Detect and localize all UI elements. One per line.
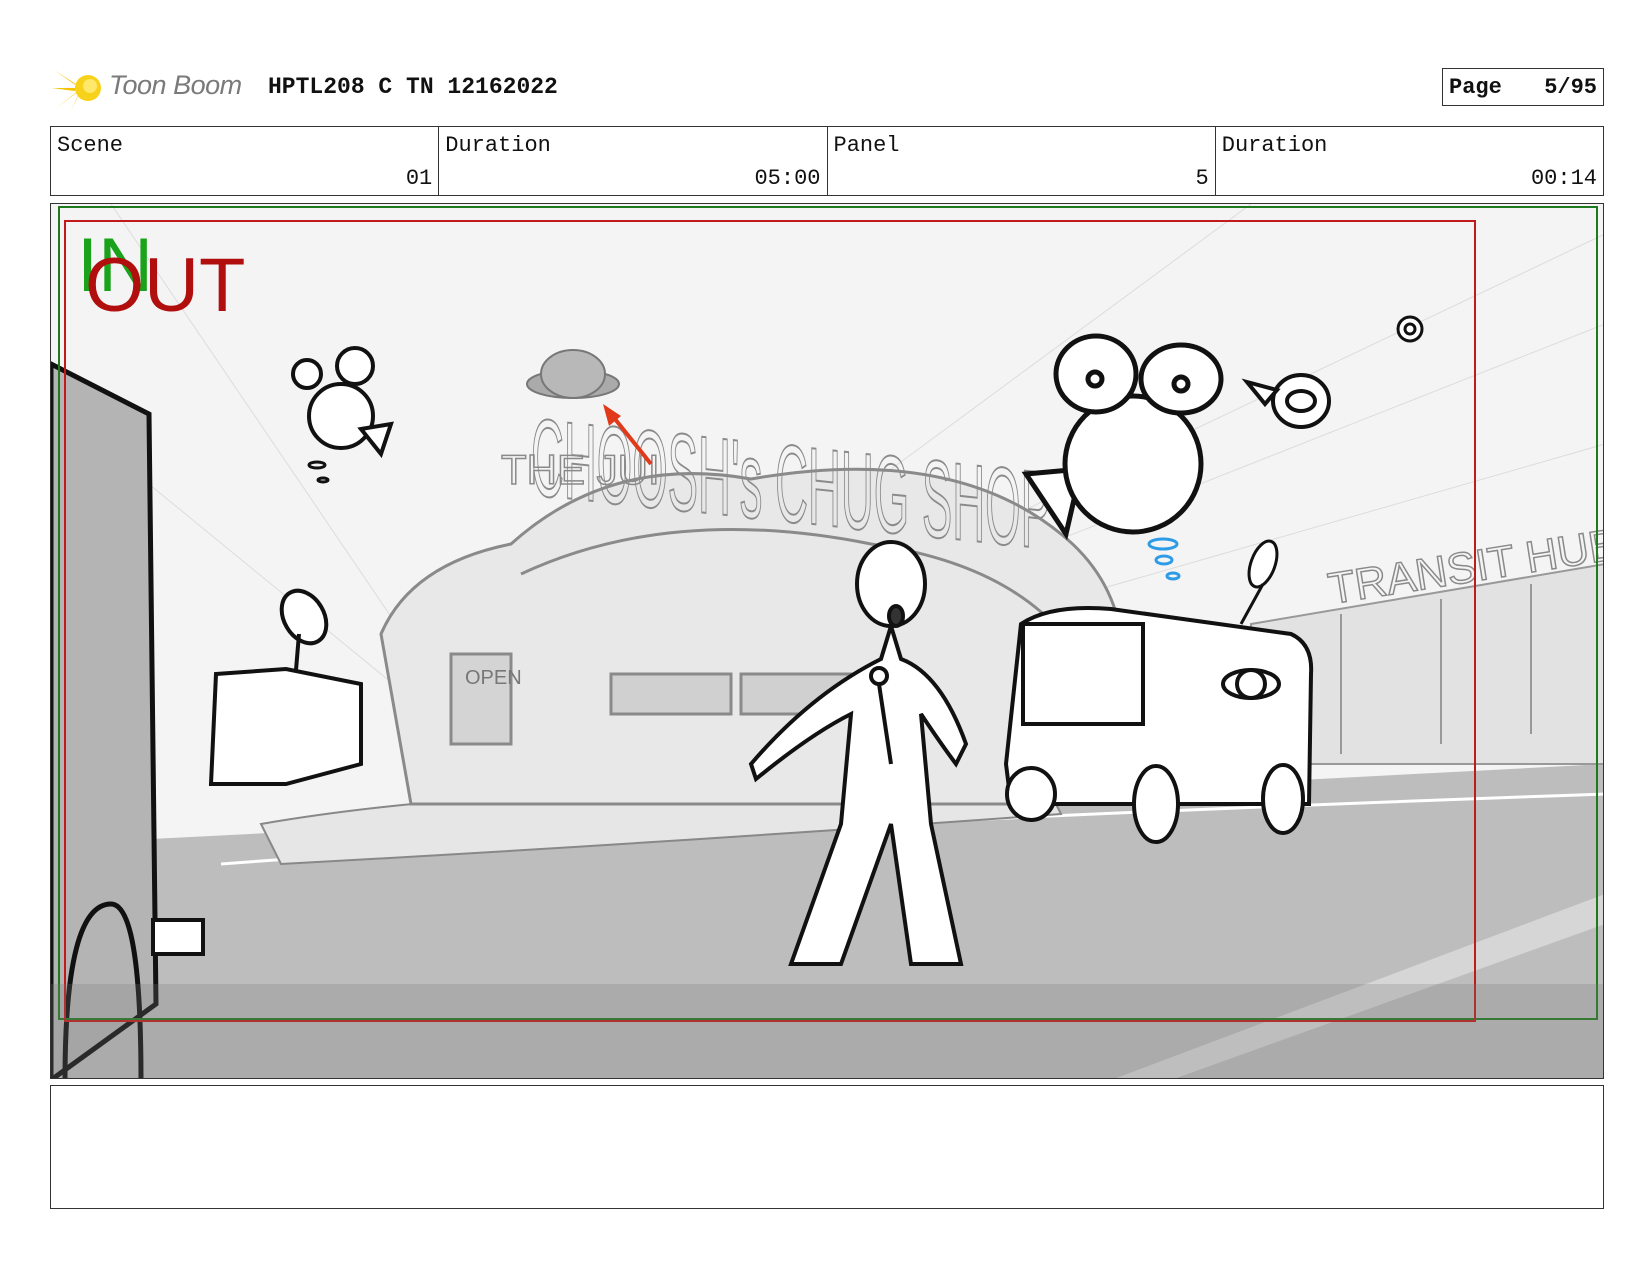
flying-creature-tiny (1396, 315, 1424, 343)
panel-drawing: OPEN CHOOSH's CHUG SHOP THE JUI TRANSIT … (51, 204, 1603, 1078)
roof-sign: THE JUI (501, 446, 660, 493)
storyboard-header: Toon Boom HPTL208 C TN 12162022 Page 5/9… (52, 60, 1604, 116)
open-sign: OPEN (465, 667, 522, 689)
scene-value: 01 (405, 166, 433, 191)
scene-label: Scene (57, 133, 124, 158)
panel-duration-value: 00:14 (1530, 166, 1597, 191)
news-van (1003, 606, 1314, 844)
page-indicator: Page 5/95 (1442, 68, 1604, 106)
action-notes-box[interactable] (50, 1085, 1604, 1209)
panel-label: Panel (833, 133, 900, 158)
storyboard-panel-image: OPEN CHOOSH's CHUG SHOP THE JUI TRANSIT … (50, 203, 1604, 1079)
starburst-icon (52, 64, 101, 112)
project-title: HPTL208 C TN 12162022 (268, 74, 558, 100)
scene-duration-cell: Duration 05:00 (439, 127, 828, 195)
panel-cell: Panel 5 (828, 127, 1216, 195)
logo-text: Toon Boom (109, 70, 242, 100)
toon-boom-logo: Toon Boom (52, 60, 252, 116)
panel-duration-label: Duration (1221, 133, 1328, 158)
panel-value: 5 (1195, 166, 1209, 191)
scene-duration-value: 05:00 (754, 166, 821, 191)
panel-duration-cell: Duration 00:14 (1216, 127, 1603, 195)
panel-info-row: Scene 01 Duration 05:00 Panel 5 Duration… (50, 126, 1604, 196)
page-number: 5/95 (1544, 74, 1597, 100)
page-label: Page (1449, 74, 1502, 100)
scene-duration-label: Duration (445, 133, 551, 158)
scene-cell: Scene 01 (51, 127, 440, 195)
out-marker: OUT (85, 243, 246, 328)
